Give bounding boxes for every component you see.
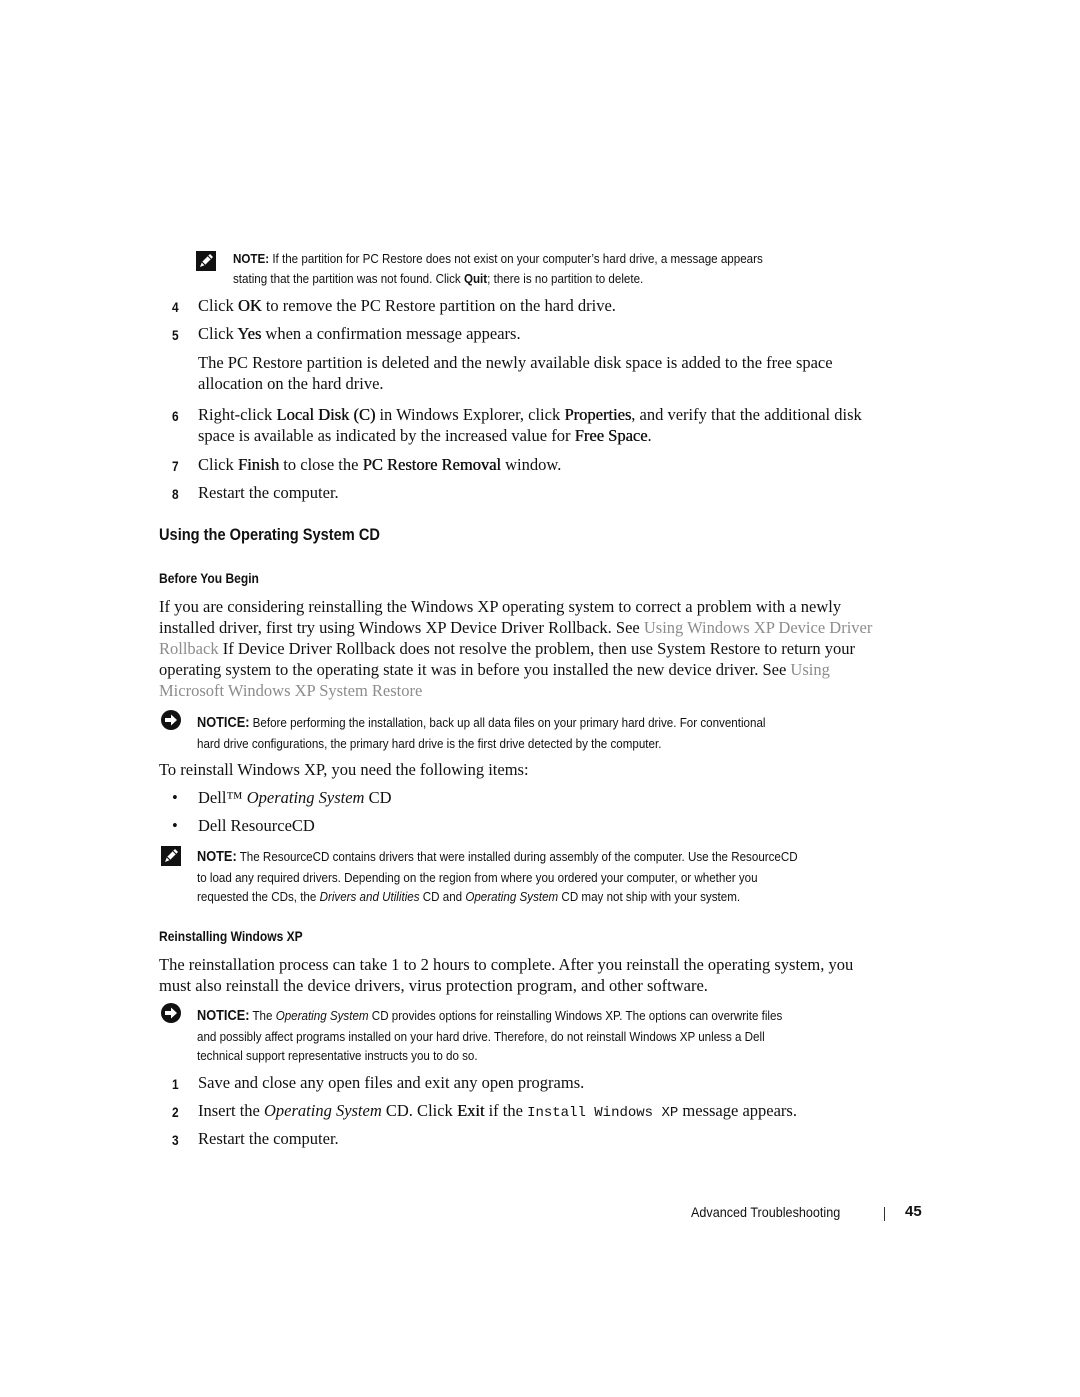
para-text: operating system to the operating state …: [159, 660, 791, 679]
link-device-driver-rollback[interactable]: Rollback: [159, 639, 219, 658]
para-line: The PC Restore partition is deleted and …: [198, 353, 833, 372]
note-pencil-icon: [196, 251, 216, 271]
step-text: Right-click: [198, 405, 277, 424]
para-line: allocation on the hard drive.: [198, 374, 384, 393]
subheading-reinstalling-windows-xp: Reinstalling Windows XP: [159, 928, 303, 944]
note-pc-restore: NOTE: If the partition for PC Restore do…: [233, 249, 884, 288]
step-text: when a confirmation message appears.: [261, 324, 521, 343]
link-system-restore[interactable]: Using: [790, 660, 829, 679]
para-line: If you are considering reinstalling the …: [159, 597, 842, 616]
note-italic: Drivers and Utilities: [319, 889, 420, 904]
step-5-description: The PC Restore partition is deleted and …: [198, 352, 833, 394]
notice-text: and possibly affect programs installed o…: [197, 1028, 765, 1044]
note-label: NOTE:: [197, 849, 237, 865]
step-number: 5: [172, 327, 179, 343]
step-number: 3: [172, 1132, 179, 1148]
step-text: Restart the computer.: [198, 483, 339, 502]
step-bold: Yes: [237, 324, 262, 343]
notice-text: The: [249, 1008, 276, 1023]
items-intro: To reinstall Windows XP, you need the fo…: [159, 760, 529, 779]
step-number: 4: [172, 299, 179, 315]
para-line: The reinstallation process can take 1 to…: [159, 955, 854, 974]
step-bold: Properties: [564, 405, 632, 424]
footer-divider: [884, 1207, 885, 1221]
notice-label: NOTICE:: [197, 715, 250, 731]
note-text: requested the CDs, the: [197, 889, 320, 904]
notice-text: Before performing the installation, back…: [249, 715, 766, 730]
note-text: stating that the partition was not found…: [233, 270, 464, 286]
step-number: 8: [172, 486, 179, 502]
link-system-restore[interactable]: Microsoft Windows XP System Restore: [159, 681, 422, 700]
step-text: to close the: [279, 455, 363, 474]
para-text: If Device Driver Rollback does not resol…: [218, 639, 856, 658]
step-text: window.: [500, 455, 562, 474]
note-text: The ResourceCD contains drivers that wer…: [236, 849, 798, 864]
step-number: 7: [172, 458, 179, 474]
step-number: 2: [172, 1104, 179, 1120]
notice-arrow-icon: [161, 710, 181, 730]
notice-overwrite: NOTICE: The Operating System CD provides…: [197, 1006, 919, 1066]
step-bold: OK: [237, 296, 262, 315]
step-text: in Windows Explorer, click: [375, 405, 565, 424]
notice-arrow-icon: [161, 1003, 181, 1023]
notice-text: hard drive configurations, the primary h…: [197, 735, 662, 751]
step-text: CD. Click: [381, 1101, 457, 1120]
step-bold: Local Disk (C): [276, 405, 376, 424]
note-pencil-icon: [161, 846, 181, 866]
notice-label: NOTICE:: [197, 1008, 250, 1024]
item-text: Dell ResourceCD: [198, 816, 315, 835]
subheading-before-you-begin: Before You Begin: [159, 570, 259, 586]
step-bold: Free Space: [574, 426, 648, 445]
step-text: message appears.: [678, 1101, 797, 1120]
bullet-icon: •: [172, 816, 178, 835]
note-resourcecd: NOTE: The ResourceCD contains drivers th…: [197, 847, 919, 907]
note-text: CD and: [419, 889, 466, 904]
step-number: 1: [172, 1076, 179, 1092]
step-text: Insert the: [198, 1101, 264, 1120]
notice-italic: Operating System: [275, 1008, 369, 1023]
step-text: to remove the PC Restore partition on th…: [261, 296, 616, 315]
note-label: NOTE:: [233, 251, 270, 266]
notice-backup: NOTICE: Before performing the installati…: [197, 713, 883, 753]
section-title: Using the Operating System CD: [159, 525, 380, 544]
note-text: ; there is no partition to delete.: [487, 270, 644, 286]
step-text: space is available as indicated by the i…: [198, 426, 575, 445]
step-text: .: [647, 426, 652, 445]
note-text: to load any required drivers. Depending …: [197, 869, 758, 885]
step-bold: Finish: [237, 455, 280, 474]
step-text: if the: [484, 1101, 528, 1120]
bullet-icon: •: [172, 788, 178, 807]
note-italic: Operating System: [465, 889, 559, 904]
link-device-driver-rollback[interactable]: Using Windows XP Device Driver: [644, 618, 872, 637]
step-text: Restart the computer.: [198, 1129, 339, 1148]
notice-text: technical support representative instruc…: [197, 1048, 478, 1063]
step-text: , and verify that the additional disk: [631, 405, 862, 424]
item-text: CD: [364, 788, 392, 807]
step-text: Click: [198, 296, 238, 315]
item-italic: Operating System: [246, 788, 365, 807]
step-code: Install Windows XP: [527, 1105, 679, 1121]
step-text: Click: [198, 324, 238, 343]
notice-text: CD provides options for reinstalling Win…: [368, 1008, 783, 1023]
step-italic: Operating System: [263, 1101, 382, 1120]
note-text: CD may not ship with your system.: [558, 889, 741, 904]
step-text: Click: [198, 455, 238, 474]
footer-section-name: Advanced Troubleshooting: [691, 1204, 841, 1220]
step-bold: Exit: [456, 1101, 485, 1120]
para-line: must also reinstall the device drivers, …: [159, 976, 708, 995]
step-text: Save and close any open files and exit a…: [198, 1073, 585, 1092]
reinstall-paragraph: The reinstallation process can take 1 to…: [159, 954, 853, 996]
page-number: 45: [905, 1203, 922, 1220]
before-you-begin-paragraph: If you are considering reinstalling the …: [159, 596, 872, 701]
step-bold: PC Restore Removal: [362, 455, 501, 474]
step-number: 6: [172, 408, 179, 424]
note-bold: Quit: [463, 270, 488, 286]
note-text: If the partition for PC Restore does not…: [269, 251, 763, 266]
item-text: Dell™: [198, 788, 247, 807]
para-text: installed driver, first try using Window…: [159, 618, 644, 637]
